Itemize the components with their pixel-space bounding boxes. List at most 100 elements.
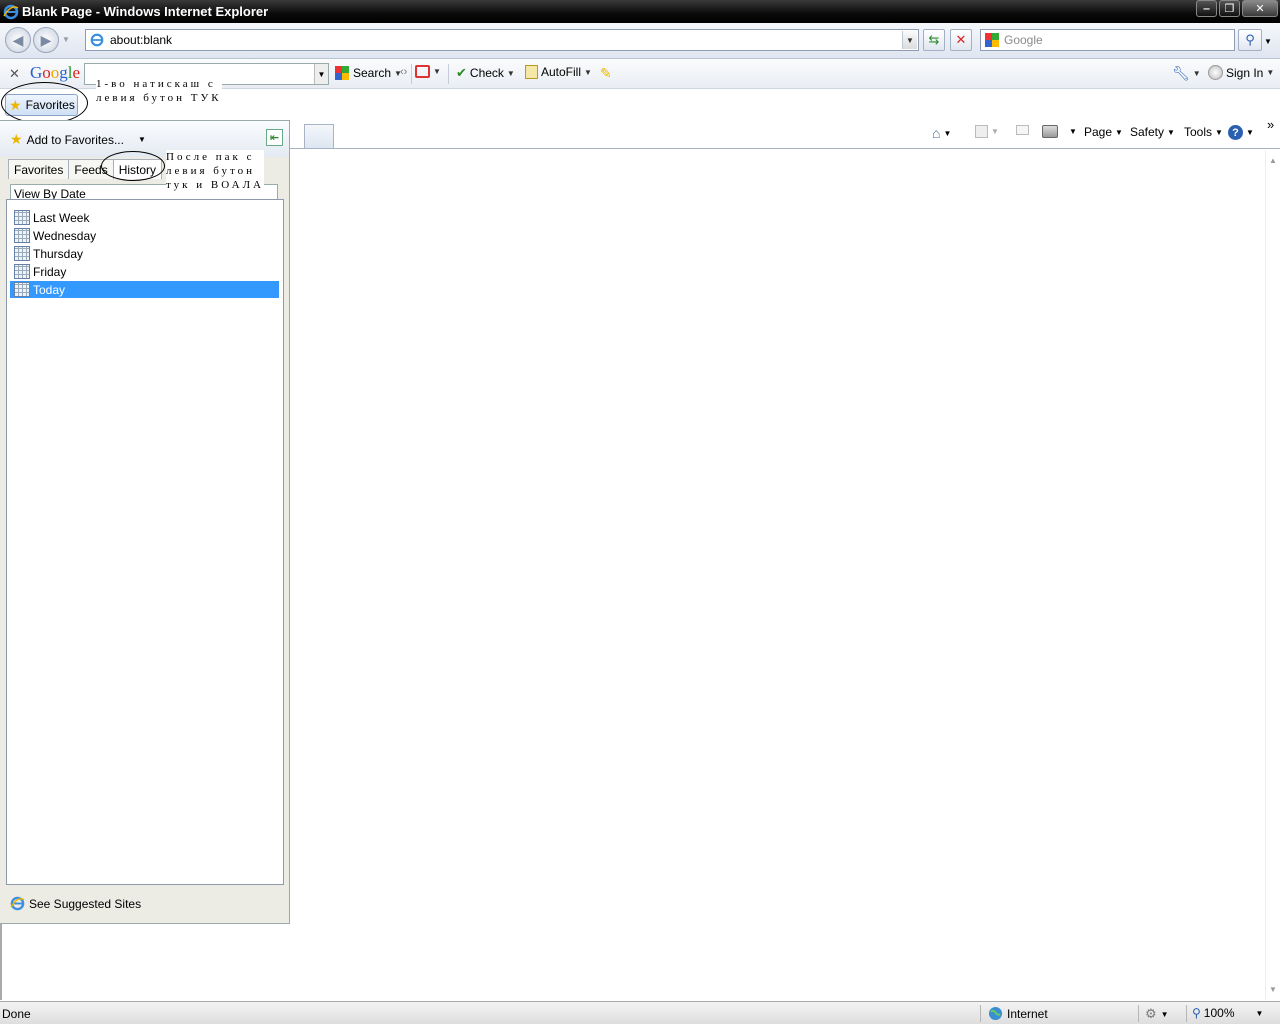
spell-check-icon: ✔ — [456, 65, 467, 80]
toolbar-settings-button[interactable]: 🔧︎ ▼ — [1172, 65, 1201, 82]
google-search-label: Search — [353, 66, 392, 80]
list-item[interactable]: Wednesday — [10, 227, 279, 244]
zoom-level: 100% — [1203, 1006, 1235, 1020]
new-tab-button[interactable] — [304, 124, 334, 148]
search-input[interactable]: Google — [1004, 33, 1043, 47]
calendar-icon — [14, 264, 30, 279]
history-item-label: Today — [33, 282, 66, 297]
zone-label: Internet — [1007, 1006, 1048, 1021]
history-item-label: Friday — [33, 264, 67, 279]
pin-favorites-center-button[interactable]: ⇤ — [266, 129, 283, 146]
scroll-up-icon[interactable]: ▲ — [1269, 156, 1277, 165]
add-to-favorites-label: Add to Favorites... — [26, 132, 124, 147]
chevron-down-icon[interactable]: ▼ — [138, 135, 146, 144]
list-item[interactable]: Last Week — [10, 209, 279, 226]
close-toolbar-icon[interactable]: ✕ — [9, 66, 20, 82]
list-item-selected[interactable]: Today — [10, 281, 279, 298]
arrows-icon[interactable]: ‹› — [400, 66, 407, 78]
popup-blocker-button[interactable]: ▼ — [415, 65, 441, 78]
magnifier-icon: ⚲ — [1245, 32, 1255, 47]
google-search-icon — [985, 33, 999, 47]
google-search-dropdown-icon[interactable]: ▼ — [314, 64, 328, 84]
spell-check-button[interactable]: ✔ Check ▼ — [456, 65, 515, 81]
recent-pages-dropdown-icon[interactable]: ▼ — [62, 35, 70, 44]
mail-button[interactable] — [1016, 125, 1029, 135]
security-zone[interactable]: Internet — [988, 1006, 1048, 1021]
list-item[interactable]: Friday — [10, 263, 279, 280]
forward-arrow-icon: ▶ — [40, 31, 52, 48]
see-suggested-sites-link[interactable]: See Suggested Sites — [10, 896, 141, 911]
add-favorite-star-icon: ★ — [10, 131, 23, 147]
calendar-icon — [14, 246, 30, 261]
google-logo: Google — [30, 63, 81, 82]
home-button[interactable]: ⌂ ▼ — [932, 125, 951, 141]
annotation-note-first: 1-во натискаш с левия бутон ТУК — [96, 77, 222, 105]
mail-icon — [1016, 125, 1029, 135]
address-row: ◀ ▶ ▼ about:blank ▼ ⇆ ✕ Google ⚲ ▼ — [0, 23, 1280, 59]
tools-menu-label: Tools — [1184, 125, 1213, 139]
address-bar[interactable]: about:blank ▼ — [85, 29, 919, 51]
chevron-down-icon[interactable]: ▼ — [433, 67, 441, 76]
back-button[interactable]: ◀ — [5, 27, 31, 53]
search-button[interactable]: ⚲ — [1238, 29, 1262, 51]
feeds-button[interactable]: ▼ — [975, 125, 999, 138]
chevron-down-icon: ▼ — [1160, 1009, 1169, 1019]
search-options-dropdown-icon[interactable]: ▼ — [1264, 37, 1272, 46]
chevron-down-icon: ▼ — [1167, 127, 1175, 137]
chevron-down-icon[interactable]: ▼ — [507, 69, 515, 78]
help-icon: ? — [1228, 125, 1243, 140]
list-item[interactable]: Thursday — [10, 245, 279, 262]
stop-icon: ✕ — [955, 32, 967, 47]
chevron-down-icon[interactable]: ▼ — [943, 129, 951, 138]
autofill-button[interactable]: AutoFill ▼ — [525, 65, 592, 79]
highlight-button[interactable]: ✎ — [600, 65, 612, 82]
ie-logo-icon — [3, 4, 19, 20]
printer-icon — [1042, 125, 1058, 138]
chevron-down-icon[interactable]: ▼ — [584, 68, 592, 77]
ie-logo-icon — [10, 896, 25, 911]
forward-button[interactable]: ▶ — [33, 27, 59, 53]
refresh-button[interactable]: ⇆ — [923, 29, 945, 51]
pin-arrow-icon: ⇤ — [269, 132, 280, 144]
gear-icon: ⚙ — [1145, 1006, 1157, 1021]
help-menu[interactable]: ? ▼ — [1228, 125, 1254, 140]
restore-button[interactable]: ❐ — [1219, 0, 1240, 17]
print-button[interactable]: ▼ — [1042, 125, 1077, 138]
protected-mode-button[interactable]: ⚙ ▼ — [1145, 1006, 1169, 1022]
sign-in-button[interactable]: Sign In ▼ — [1208, 65, 1274, 80]
chevron-down-icon: ▼ — [1255, 1008, 1264, 1018]
add-to-favorites-button[interactable]: ★ Add to Favorites... ▼ — [10, 131, 146, 148]
favorites-center: ★ Add to Favorites... ▼ ⇤ Favorites Feed… — [0, 120, 290, 924]
address-dropdown-icon[interactable]: ▼ — [902, 31, 917, 49]
page-content[interactable] — [290, 150, 1265, 1000]
minimize-button[interactable]: ‒ — [1196, 0, 1217, 17]
window-title: Blank Page - Windows Internet Explorer — [22, 4, 269, 19]
stop-button[interactable]: ✕ — [950, 29, 972, 51]
page-menu[interactable]: Page ▼ — [1084, 125, 1123, 139]
more-commands-icon[interactable]: » — [1267, 117, 1274, 132]
status-text: Done — [2, 1007, 31, 1021]
tools-menu[interactable]: Tools ▼ — [1184, 125, 1223, 139]
autofill-icon — [525, 65, 538, 79]
tab-favorites[interactable]: Favorites — [8, 159, 70, 179]
chevron-down-icon[interactable]: ▼ — [1193, 69, 1201, 78]
close-button[interactable]: ✕ — [1242, 0, 1278, 17]
title-bar: Blank Page - Windows Internet Explorer ‒… — [0, 0, 1280, 23]
zoom-control[interactable]: ⚲ 100% ▼ — [1192, 1006, 1263, 1020]
google-search-button[interactable]: Search ▼ — [334, 65, 402, 81]
vertical-scrollbar[interactable]: ▲ ▼ — [1265, 150, 1280, 1000]
calendar-icon — [14, 228, 30, 243]
scroll-down-icon[interactable]: ▼ — [1269, 985, 1277, 994]
safety-menu[interactable]: Safety ▼ — [1130, 125, 1175, 139]
chevron-down-icon[interactable]: ▼ — [1069, 127, 1077, 136]
history-item-label: Last Week — [33, 210, 90, 225]
search-box[interactable]: Google — [980, 29, 1235, 51]
chevron-down-icon[interactable]: ▼ — [991, 127, 999, 136]
annotation-note-second: После пак с левия бутон тук и ВОАЛА — [166, 150, 264, 192]
chevron-down-icon[interactable]: ▼ — [1266, 68, 1274, 77]
address-input[interactable]: about:blank — [110, 33, 172, 47]
wrench-icon: 🔧︎ — [1172, 65, 1190, 81]
check-label: Check — [469, 66, 504, 80]
sign-in-label: Sign In — [1226, 65, 1264, 80]
rss-icon — [975, 125, 988, 138]
